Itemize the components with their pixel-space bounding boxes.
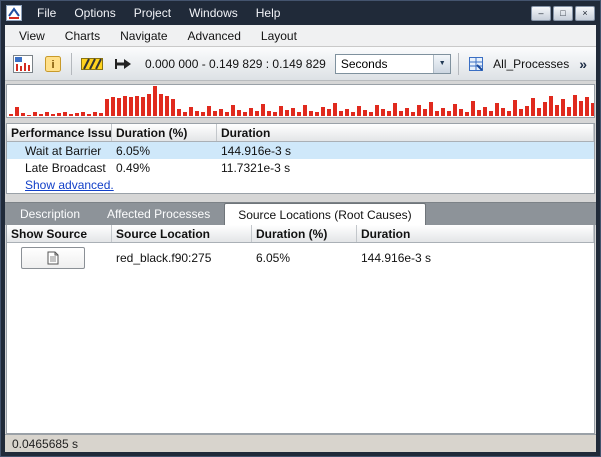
issue-duration: 144.916e-3 s [217, 144, 594, 158]
document-icon [47, 251, 59, 265]
statusbar: 0.0465685 s [5, 434, 596, 452]
column-header-duration-pct[interactable]: Duration (%) [112, 124, 217, 141]
issue-name: Late Broadcast [7, 161, 112, 175]
issues-table-header: Performance Issue Duration (%) Duration [7, 124, 594, 142]
titlebar: File Options Project Windows Help – □ × [1, 1, 600, 25]
menu-navigate[interactable]: Navigate [110, 27, 177, 45]
maximize-button[interactable]: □ [553, 6, 573, 21]
menu-view[interactable]: View [9, 27, 55, 45]
svg-text:i: i [51, 59, 54, 71]
table-row-wait-at-barrier[interactable]: Wait at Barrier 6.05% 144.916e-3 s [7, 142, 594, 159]
menu-charts[interactable]: Charts [55, 27, 110, 45]
show-source-cell [7, 247, 112, 269]
processes-icon[interactable] [466, 51, 486, 77]
app-icon [6, 5, 22, 21]
column-header-duration-pct[interactable]: Duration (%) [252, 225, 357, 242]
menu-windows[interactable]: Windows [181, 4, 246, 22]
column-header-performance-issue[interactable]: Performance Issue [7, 124, 112, 141]
window-content: View Charts Navigate Advanced Layout [5, 25, 596, 452]
toolbar: i 0.000 000 - 0.149 829 : 0.149 829 S [5, 47, 596, 81]
show-source-button[interactable] [21, 247, 85, 269]
issue-name: Wait at Barrier [7, 144, 112, 158]
window-controls: – □ × [531, 6, 595, 21]
show-advanced-link[interactable]: Show advanced. [25, 178, 114, 192]
process-aggregation-label[interactable]: All_Processes [493, 57, 569, 71]
column-header-source-location[interactable]: Source Location [112, 225, 252, 242]
performance-issues-table: Performance Issue Duration (%) Duration … [6, 123, 595, 194]
view-menubar: View Charts Navigate Advanced Layout [5, 25, 596, 47]
issue-duration-pct: 0.49% [112, 161, 217, 175]
column-header-duration[interactable]: Duration [217, 124, 594, 141]
source-duration-pct: 6.05% [252, 251, 357, 265]
toolbar-separator [71, 53, 72, 75]
source-location-value: red_black.f90:275 [112, 251, 252, 265]
app-window: File Options Project Windows Help – □ × … [0, 0, 601, 457]
timeline-histogram[interactable] [6, 84, 595, 118]
goto-time-icon[interactable] [112, 51, 136, 77]
tab-description[interactable]: Description [7, 204, 93, 225]
time-range-display: 0.000 000 - 0.149 829 : 0.149 829 [145, 57, 326, 71]
show-advanced-row: Show advanced. [7, 176, 594, 193]
column-header-show-source[interactable]: Show Source [7, 225, 112, 242]
table-row-late-broadcast[interactable]: Late Broadcast 0.49% 11.7321e-3 s [7, 159, 594, 176]
menu-advanced[interactable]: Advanced [178, 27, 251, 45]
issue-duration-pct: 6.05% [112, 144, 217, 158]
menu-file[interactable]: File [29, 4, 64, 22]
close-button[interactable]: × [575, 6, 595, 21]
info-icon[interactable]: i [42, 51, 64, 77]
chart-view-icon[interactable] [11, 51, 35, 77]
time-unit-select[interactable]: Seconds ▼ [335, 54, 451, 74]
detail-tabbar: Description Affected Processes Source Lo… [5, 202, 596, 225]
source-table-header: Show Source Source Location Duration (%)… [7, 225, 594, 243]
tab-affected-processes[interactable]: Affected Processes [94, 204, 223, 225]
column-header-duration[interactable]: Duration [357, 225, 594, 242]
source-duration: 144.916e-3 s [357, 251, 594, 265]
source-locations-table: Show Source Source Location Duration (%)… [6, 225, 595, 434]
toolbar-overflow-chevron[interactable]: » [576, 56, 590, 72]
issue-duration: 11.7321e-3 s [217, 161, 594, 175]
toolbar-separator [458, 53, 459, 75]
time-unit-value: Seconds [336, 57, 433, 71]
barrier-icon[interactable] [79, 51, 105, 77]
status-time-value: 0.0465685 s [12, 437, 78, 451]
chevron-down-icon[interactable]: ▼ [433, 55, 450, 73]
table-row-source-location[interactable]: red_black.f90:275 6.05% 144.916e-3 s [7, 243, 594, 273]
menu-help[interactable]: Help [248, 4, 289, 22]
tab-source-locations[interactable]: Source Locations (Root Causes) [224, 203, 425, 225]
menu-options[interactable]: Options [66, 4, 123, 22]
menu-project[interactable]: Project [126, 4, 179, 22]
minimize-button[interactable]: – [531, 6, 551, 21]
menu-layout[interactable]: Layout [251, 27, 307, 45]
